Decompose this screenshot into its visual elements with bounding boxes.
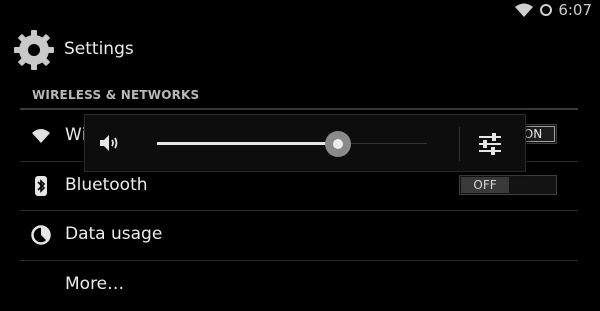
settings-row-data-usage[interactable]: Data usage [0, 211, 600, 261]
bluetooth-icon [35, 176, 47, 196]
section-header: WIRELESS & NETWORKS [32, 88, 200, 102]
row-label-data-usage: Data usage [65, 224, 163, 244]
volume-slider-fill [157, 142, 338, 145]
panel-divider [459, 127, 460, 161]
wifi-icon [32, 129, 50, 143]
bluetooth-toggle[interactable]: OFF [459, 175, 557, 195]
page-title: Settings [64, 39, 134, 59]
toggle-off-label: OFF [461, 177, 509, 193]
section-divider [20, 108, 578, 110]
settings-gear-icon[interactable] [12, 28, 56, 72]
speaker-icon[interactable] [97, 131, 121, 155]
sync-icon [540, 4, 553, 16]
row-label-more: More… [65, 274, 125, 294]
volume-panel [84, 114, 526, 172]
data-usage-icon [31, 225, 51, 245]
status-icons: 6:07 [514, 1, 592, 19]
status-bar: 6:07 [0, 0, 600, 22]
wifi-status-icon [515, 3, 534, 17]
action-bar: Settings [0, 22, 600, 78]
clock: 6:07 [558, 1, 592, 19]
row-label-bluetooth: Bluetooth [65, 175, 148, 195]
volume-slider-thumb[interactable] [324, 131, 351, 157]
equalizer-icon[interactable] [477, 131, 503, 157]
